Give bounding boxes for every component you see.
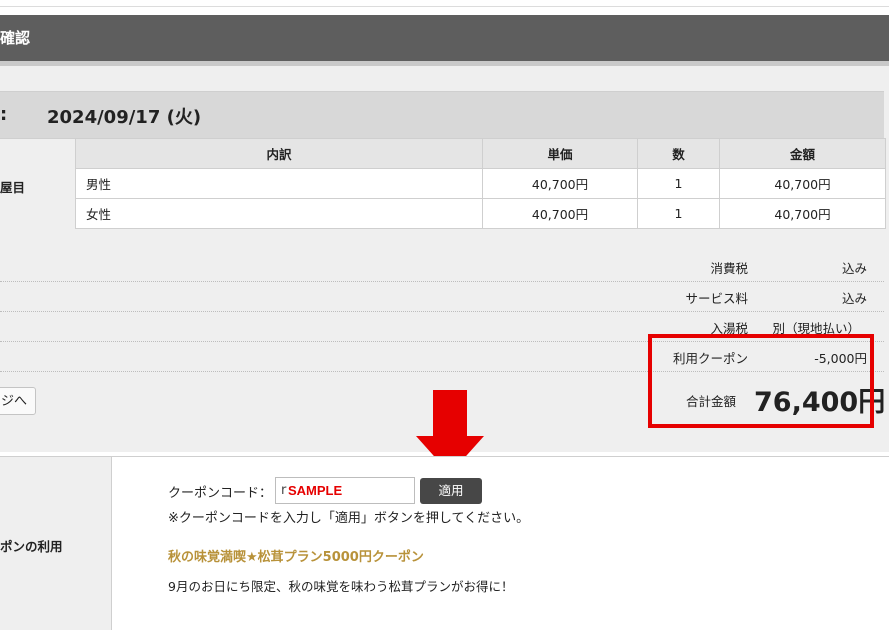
summary-divider <box>0 281 884 283</box>
coupon-plan-description: 9月のお日にち限定、秋の味覚を味わう松茸プランがお得に！ <box>168 579 514 594</box>
table-row: 女性 40,700円 1 40,700円 <box>75 198 886 229</box>
highlight-box <box>648 334 874 428</box>
col-header-detail: 内訳 <box>75 138 483 169</box>
coupon-code-input[interactable]: r SAMPLE <box>275 477 415 504</box>
sample-watermark: SAMPLE <box>288 483 343 498</box>
service-charge-value: 込み <box>841 291 867 306</box>
tax-value: 込み <box>841 261 867 276</box>
row-item-name: 女性 <box>75 198 483 229</box>
apply-button[interactable]: 適用 <box>420 478 482 504</box>
tax-label: 消費税 <box>710 261 748 276</box>
back-button[interactable]: ジへ <box>0 387 36 415</box>
service-charge-label: サービス料 <box>685 291 748 306</box>
row-quantity: 1 <box>637 198 720 229</box>
row-quantity: 1 <box>637 168 720 199</box>
row-item-name: 男性 <box>75 168 483 199</box>
top-divider <box>0 6 889 7</box>
coupon-section-label: ポンの利用 <box>0 539 63 554</box>
col-header-quantity: 数 <box>637 138 720 169</box>
section-header: 確認 <box>0 15 889 66</box>
coupon-code-label: クーポンコード： <box>168 486 273 501</box>
row-unit-price: 40,700円 <box>482 198 638 229</box>
row-amount: 40,700円 <box>719 168 886 199</box>
col-header-amount: 金額 <box>719 138 886 169</box>
coupon-plan-title: 秋の味覚満喫★松茸プラン5000円クーポン <box>168 550 424 565</box>
col-header-unit-price: 単価 <box>482 138 638 169</box>
price-breakdown-table: 内訳 単価 数 金額 男性 40,700円 1 40,700円 女性 40,70… <box>75 138 886 229</box>
booking-date: 2024/09/17 (火) <box>47 107 202 128</box>
row-amount: 40,700円 <box>719 198 886 229</box>
date-colon: : <box>0 104 8 125</box>
coupon-code-value: r <box>281 483 287 498</box>
table-header-row: 内訳 単価 数 金額 <box>75 138 886 169</box>
table-row: 男性 40,700円 1 40,700円 <box>75 168 886 199</box>
coupon-instruction: ※クーポンコードを入力し「適用」ボタンを押してください。 <box>168 511 530 526</box>
row-unit-price: 40,700円 <box>482 168 638 199</box>
room-row-label: 屋目 <box>0 180 26 195</box>
summary-divider <box>0 311 884 313</box>
section-title: 確認 <box>0 29 31 47</box>
